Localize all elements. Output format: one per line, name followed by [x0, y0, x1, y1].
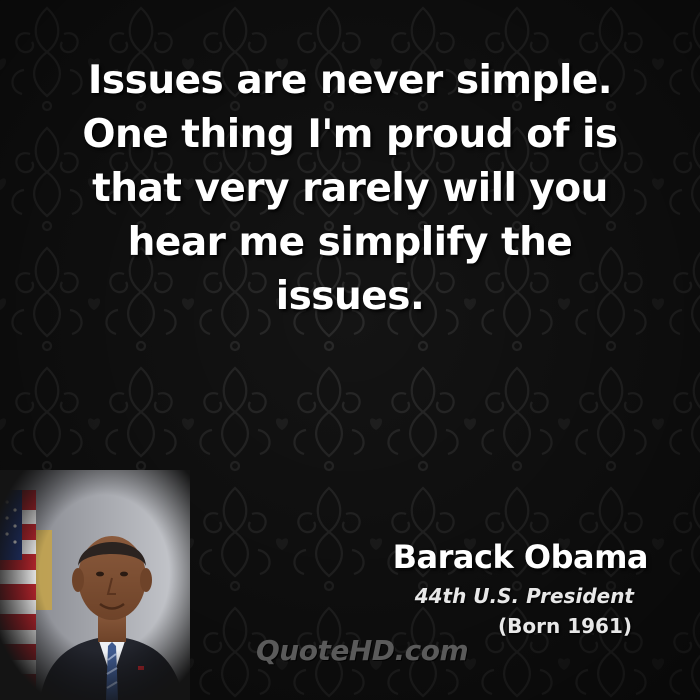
quote-card: Issues are never simple. One thing I'm p…: [0, 0, 700, 700]
author-birth-year: (Born 1961): [498, 614, 632, 638]
quote-line: One thing I'm proud of is: [82, 112, 618, 157]
author-name: Barack Obama: [392, 538, 649, 576]
quote-line: that very rarely will you: [92, 166, 608, 211]
quote-line: issues.: [275, 274, 425, 319]
quote-line: hear me simplify the: [127, 220, 573, 265]
author-portrait: [0, 470, 190, 700]
quote-line: Issues are never simple.: [87, 58, 613, 103]
site-watermark: QuoteHD.com: [256, 634, 469, 667]
quote-text: Issues are never simple. One thing I'm p…: [70, 54, 630, 324]
author-title: 44th U.S. President: [414, 584, 634, 608]
